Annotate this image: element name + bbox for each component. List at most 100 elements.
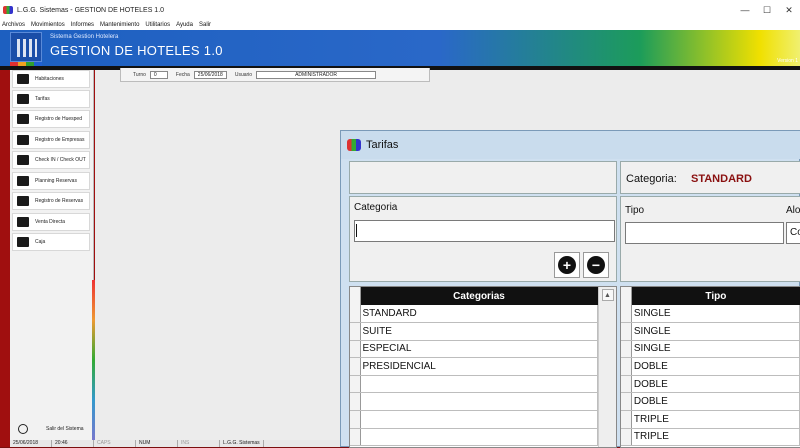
fecha-value: 25/06/2018 (194, 71, 227, 79)
categoria-header-panel: Categoria: STANDARD (620, 161, 800, 194)
company-icon (17, 135, 29, 145)
menu-ayuda[interactable]: Ayuda (176, 20, 193, 30)
power-icon (18, 424, 28, 434)
sidebar-item-label: Registro de Reservas (35, 198, 83, 204)
tipo-edit-panel: Tipo Alo Co (620, 196, 800, 282)
categories-scrollbar[interactable]: ▲ (598, 287, 616, 447)
tipo-row[interactable]: DOBLE (631, 358, 799, 376)
tipo-column-header[interactable]: Tipo (631, 287, 799, 305)
tarifas-title: Tarifas (366, 139, 398, 151)
plus-icon: + (558, 256, 576, 274)
reservation-icon (17, 196, 29, 206)
minus-icon: − (587, 256, 605, 274)
menu-mantenimiento[interactable]: Mantenimiento (100, 20, 139, 30)
sidebar-item-caja[interactable]: Caja (12, 233, 90, 251)
category-row[interactable] (360, 411, 598, 429)
sidebar-item-check-in-out[interactable]: Check IN / Check OUT (12, 151, 90, 169)
bed-icon (17, 74, 29, 84)
remove-category-button[interactable]: − (583, 252, 609, 278)
category-row[interactable]: PRESIDENCIAL (360, 358, 598, 376)
close-button[interactable]: ✕ (778, 0, 800, 20)
text-cursor (356, 224, 357, 237)
sidebar-item-registro-huesped[interactable]: Registro de Huesped (12, 110, 90, 128)
category-row[interactable]: SUITE (360, 323, 598, 341)
scroll-up-icon[interactable]: ▲ (602, 289, 614, 301)
window-titlebar: L.G.G. Sistemas - GESTION DE HOTELES 1.0… (0, 0, 800, 20)
tipo-row[interactable]: SINGLE (631, 340, 799, 358)
status-time: 20:46 (52, 440, 94, 447)
status-company: L.G.G. Sistemas (220, 440, 264, 447)
header-banner: Sistema Gestion Hotelera GESTION DE HOTE… (0, 30, 800, 66)
window-controls: — ☐ ✕ (734, 0, 800, 20)
tipo-row[interactable]: DOBLE (631, 393, 799, 411)
menu-utilitarios[interactable]: Utilitarios (145, 20, 170, 30)
category-row[interactable] (360, 428, 598, 446)
category-row[interactable] (360, 375, 598, 393)
category-row[interactable]: ESPECIAL (360, 340, 598, 358)
category-row[interactable]: STANDARD (360, 305, 598, 323)
version-label: Version 1 (777, 58, 798, 64)
sidebar: Habitaciones Tarifas Registro de Huesped… (10, 70, 94, 440)
status-num: NUM (136, 440, 178, 447)
add-category-button[interactable]: + (554, 252, 580, 278)
banner-title: GESTION DE HOTELES 1.0 (50, 43, 223, 58)
row-header-corner (350, 287, 360, 305)
sidebar-item-label: Habitaciones (35, 76, 64, 82)
tarifas-window: Tarifas Categoria: STANDARD Categoria + … (340, 130, 800, 447)
fecha-label: Fecha (176, 72, 190, 78)
usuario-value: ADMINISTRADOR (256, 71, 376, 79)
categories-grid: Categorias STANDARD SUITE ESPECIAL PRESI… (349, 286, 617, 448)
menu-salir[interactable]: Salir (199, 20, 211, 30)
tipo-input[interactable] (625, 222, 784, 244)
sidebar-item-label: Tarifas (35, 96, 50, 102)
menu-bar: Archivos Movimientos Informes Mantenimie… (0, 20, 800, 30)
status-caps: CAPS (94, 440, 136, 447)
exit-label: Salir del Sistema (46, 426, 84, 432)
tipo-row[interactable]: DOBLE (631, 375, 799, 393)
window-title: L.G.G. Sistemas - GESTION DE HOTELES 1.0 (17, 7, 164, 14)
sidebar-item-label: Registro de Huesped (35, 116, 82, 122)
categoria-edit-panel: Categoria + − (349, 196, 617, 282)
cash-register-icon (17, 237, 29, 247)
category-row[interactable] (360, 393, 598, 411)
categories-column-header[interactable]: Categorias (360, 287, 598, 305)
turno-value: 0 (150, 71, 168, 79)
left-top-panel (349, 161, 617, 194)
sidebar-item-registro-empresas[interactable]: Registro de Empresas (12, 131, 90, 149)
row-header-corner (621, 287, 631, 305)
alo-input[interactable]: Co (786, 222, 800, 244)
categoria-field-label: Categoria (354, 202, 397, 213)
tarifas-titlebar[interactable]: Tarifas (341, 131, 800, 159)
sidebar-item-venta-directa[interactable]: Venta Directa (12, 213, 90, 231)
sidebar-item-planning-reservas[interactable]: Planning Reservas (12, 172, 90, 190)
hotel-building-icon (10, 32, 42, 62)
tipo-row[interactable]: SINGLE (631, 323, 799, 341)
sidebar-item-label: Planning Reservas (35, 178, 77, 184)
sidebar-item-label: Caja (35, 239, 45, 245)
maximize-button[interactable]: ☐ (756, 0, 778, 20)
menu-archivos[interactable]: Archivos (2, 20, 25, 30)
tipo-row[interactable]: SINGLE (631, 305, 799, 323)
alo-field-label: Alo (786, 205, 800, 216)
categoria-header-value: STANDARD (691, 173, 752, 185)
desktop: L.G.G. Sistemas - GESTION DE HOTELES 1.0… (0, 0, 800, 447)
menu-informes[interactable]: Informes (71, 20, 94, 30)
sidebar-item-tarifas[interactable]: Tarifas (12, 90, 90, 108)
minimize-button[interactable]: — (734, 0, 756, 20)
checkin-icon (17, 155, 29, 165)
banner-subtitle: Sistema Gestion Hotelera (50, 34, 118, 40)
sidebar-item-label: Check IN / Check OUT (35, 157, 86, 163)
app-icon (3, 6, 13, 14)
exit-system-button[interactable]: Salir del Sistema (12, 418, 92, 440)
sidebar-item-habitaciones[interactable]: Habitaciones (12, 70, 90, 88)
guest-icon (17, 114, 29, 124)
menu-movimientos[interactable]: Movimientos (31, 20, 65, 30)
tipos-grid: Tipo SINGLEC SINGLEC SINGLEV DOBLEC DOBL… (620, 286, 800, 448)
app-icon (347, 139, 361, 151)
tipo-row[interactable]: TRIPLE (631, 428, 799, 446)
session-info-strip: Turno 0 Fecha 25/06/2018 Usuario ADMINIS… (120, 68, 430, 82)
planning-icon (17, 176, 29, 186)
tipo-row[interactable]: TRIPLE (631, 411, 799, 429)
categoria-input[interactable] (354, 220, 615, 242)
sidebar-item-registro-reservas[interactable]: Registro de Reservas (12, 192, 90, 210)
